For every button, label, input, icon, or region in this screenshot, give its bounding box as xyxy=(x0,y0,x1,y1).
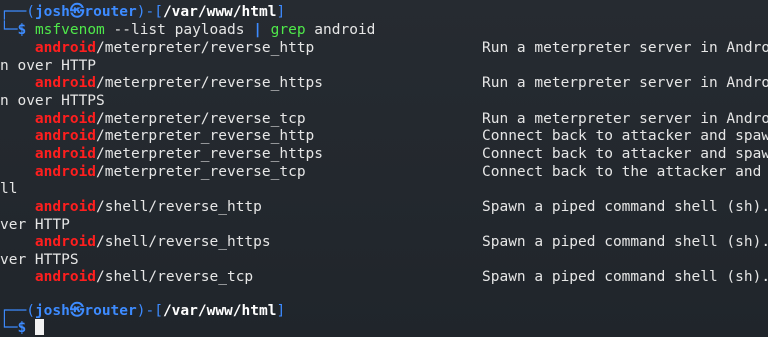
payload-description: Connect back to attacker and spaw xyxy=(482,146,768,162)
prompt-paren-open: ( xyxy=(26,4,35,20)
payload-wrap: ver HTTP xyxy=(0,217,70,233)
text-cursor[interactable] xyxy=(34,319,44,335)
command-args: --list payloads xyxy=(104,22,254,38)
prompt-host: router xyxy=(84,303,137,319)
prompt-dollar: $ xyxy=(17,22,27,38)
prompt-corner-top: ┌── xyxy=(0,303,27,319)
prompt-dash: - xyxy=(145,4,155,20)
payload-path: /shell/reverse_http xyxy=(96,199,262,215)
payload-prefix: android xyxy=(34,146,97,162)
payload-path: /meterpreter/reverse_https xyxy=(96,75,324,91)
prompt-dollar: $ xyxy=(17,320,27,336)
payload-prefix: android xyxy=(34,199,97,215)
payload-row: android/meterpreter_reverse_http Connect … xyxy=(0,127,768,145)
prompt-directory: /var/www/html xyxy=(162,303,277,319)
payload-path: /meterpreter_reverse_https xyxy=(96,146,324,162)
prompt-user: josh xyxy=(34,4,70,20)
payload-row: android/meterpreter/reverse_https Run a m… xyxy=(0,74,768,92)
payload-path: /meterpreter_reverse_http xyxy=(96,128,315,144)
payload-wrap: ver HTTPS xyxy=(0,252,79,268)
payload-prefix: android xyxy=(34,75,97,91)
payload-row: android/shell/reverse_http Spawn a piped … xyxy=(0,198,768,216)
payload-description: Run a meterpreter server in Andro xyxy=(482,111,768,127)
prompt-bracket-close: ] xyxy=(276,303,286,319)
command-pipe: | xyxy=(253,22,262,38)
payload-prefix: android xyxy=(34,164,97,180)
payload-prefix: android xyxy=(34,234,97,250)
command-line: └─$ msfvenom --list payloads | grep andr… xyxy=(0,21,375,39)
payload-path: /shell/reverse_tcp xyxy=(96,269,254,285)
payload-row: android/meterpreter/reverse_tcp Run a met… xyxy=(0,110,768,128)
input-line[interactable]: └─$ xyxy=(0,319,44,337)
command2-name: grep xyxy=(261,22,306,38)
payload-row: android/meterpreter/reverse_http Run a me… xyxy=(0,39,768,57)
command2-args: android xyxy=(305,22,376,38)
prompt-corner-bottom: └─ xyxy=(0,22,18,38)
payload-description: Spawn a piped command shell (sh). xyxy=(482,234,768,250)
payload-row: android/shell/reverse_https Spawn a piped… xyxy=(0,233,768,251)
payload-description: Run a meterpreter server in Andro xyxy=(482,40,768,56)
payload-description: Spawn a piped command shell (sh). xyxy=(482,269,768,285)
prompt-bracket-open: [ xyxy=(154,4,163,20)
prompt-at-icon: ㉿ xyxy=(69,4,85,20)
payload-description: Connect back to the attacker and xyxy=(482,164,762,180)
prompt-bracket-close: ] xyxy=(276,4,286,20)
payload-row: android/shell/reverse_tcp Spawn a piped c… xyxy=(0,268,768,286)
payload-wrap: n over HTTP xyxy=(0,58,97,74)
prompt-paren-open: ( xyxy=(26,303,35,319)
terminal-window[interactable]: ┌──(josh㉿router)-[/var/www/html] └─$ msf… xyxy=(0,0,768,337)
prompt-host: router xyxy=(84,4,137,20)
prompt-header: ┌──(josh㉿router)-[/var/www/html] xyxy=(0,302,285,320)
prompt-at-icon: ㉿ xyxy=(69,303,85,319)
payload-path: /meterpreter_reverse_tcp xyxy=(96,164,306,180)
payload-description: Connect back to attacker and spaw xyxy=(482,128,768,144)
payload-path: /meterpreter/reverse_http xyxy=(96,40,315,56)
prompt-directory: /var/www/html xyxy=(162,4,277,20)
payload-path: /meterpreter/reverse_tcp xyxy=(96,111,306,127)
payload-description: Spawn a piped command shell (sh). xyxy=(482,199,768,215)
command-name: msfvenom xyxy=(34,22,105,38)
payload-description: Run a meterpreter server in Andro xyxy=(482,75,768,91)
prompt-header: ┌──(josh㉿router)-[/var/www/html] xyxy=(0,3,285,21)
payload-row: android/meterpreter_reverse_https Connect… xyxy=(0,145,768,163)
prompt-user: josh xyxy=(34,303,70,319)
payload-prefix: android xyxy=(34,269,97,285)
payload-wrap: ll xyxy=(0,181,18,197)
prompt-bracket-open: [ xyxy=(154,303,163,319)
prompt-corner-top: ┌── xyxy=(0,4,27,20)
payload-row: android/meterpreter_reverse_tcp Connect b… xyxy=(0,163,761,181)
prompt-dash: - xyxy=(145,303,155,319)
payload-path: /shell/reverse_https xyxy=(96,234,271,250)
payload-prefix: android xyxy=(34,128,97,144)
payload-wrap: n over HTTPS xyxy=(0,93,105,109)
prompt-corner-bottom: └─ xyxy=(0,320,18,336)
payload-prefix: android xyxy=(34,111,97,127)
payload-prefix: android xyxy=(34,40,97,56)
